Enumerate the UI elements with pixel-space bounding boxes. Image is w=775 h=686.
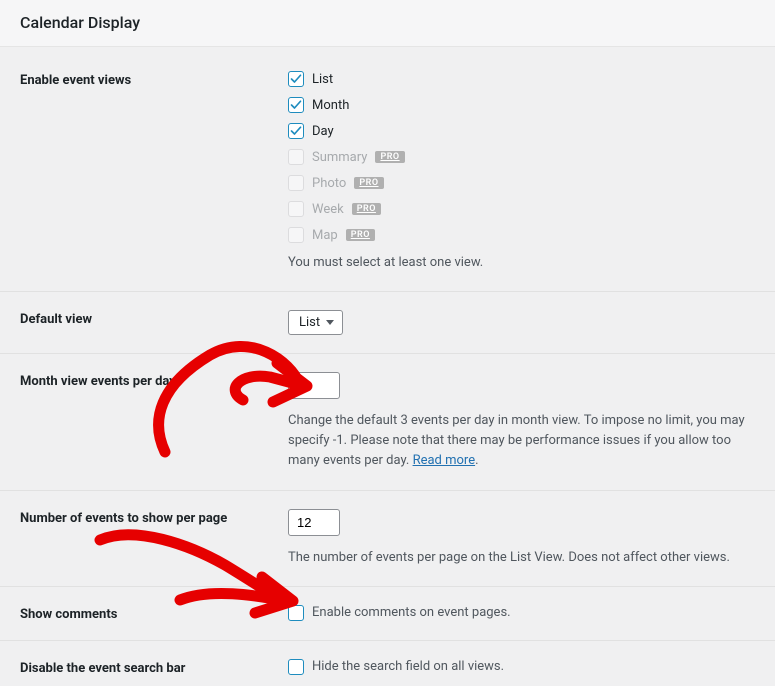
row-events-per-page: Number of events to show per page The nu… [0,491,775,587]
show-comments-text: Enable comments on event pages. [312,605,511,620]
events-per-page-helper: The number of events per page on the Lis… [288,548,755,568]
label-month-events-per-day: Month view events per day [20,372,288,471]
checkbox-month-label: Month [312,98,349,113]
field-default-view: List [288,310,755,335]
pro-badge[interactable]: PRO [346,229,375,241]
checkbox-month[interactable] [288,97,304,113]
month-events-helper: Change the default 3 events per day in m… [288,411,755,471]
field-month-events-per-day: Change the default 3 events per day in m… [288,372,755,471]
row-month-events-per-day: Month view events per day Change the def… [0,354,775,490]
view-option-photo: Photo PRO [288,175,755,191]
view-option-summary: Summary PRO [288,149,755,165]
view-option-map: Map PRO [288,227,755,243]
checkbox-map-label: Map [312,228,338,243]
month-events-helper-post: . [475,453,478,468]
field-enable-event-views: List Month Day Summary PRO P [288,71,755,273]
panel-header: Calendar Display [0,0,775,47]
label-default-view: Default view [20,310,288,335]
checkbox-list-label: List [312,72,333,87]
checkbox-day[interactable] [288,123,304,139]
checkbox-show-comments[interactable] [288,605,304,621]
view-option-list: List [288,71,755,87]
default-view-select[interactable]: List [288,310,343,335]
checkbox-summary-label: Summary [312,150,367,165]
default-view-value: List [299,315,320,330]
checkbox-week-label: Week [312,202,344,217]
checkbox-list[interactable] [288,71,304,87]
enable-views-helper: You must select at least one view. [288,253,755,273]
check-icon [290,125,302,137]
form-body: Enable event views List Month Day [0,47,775,686]
pro-badge[interactable]: PRO [354,177,383,189]
panel-title: Calendar Display [20,13,755,32]
read-more-link[interactable]: Read more [413,453,476,468]
pro-badge[interactable]: PRO [375,151,404,163]
check-icon [290,99,302,111]
row-show-comments: Show comments Enable comments on event p… [0,587,775,641]
check-icon [290,73,302,85]
show-comments-control: Enable comments on event pages. [288,605,755,621]
month-events-helper-text: Change the default 3 events per day in m… [288,413,745,468]
label-events-per-page: Number of events to show per page [20,509,288,568]
disable-search-control: Hide the search field on all views. [288,659,755,675]
view-option-day: Day [288,123,755,139]
view-option-week: Week PRO [288,201,755,217]
checkbox-photo [288,175,304,191]
chevron-down-icon [326,320,334,325]
pro-badge[interactable]: PRO [352,203,381,215]
row-enable-event-views: Enable event views List Month Day [0,53,775,292]
view-option-month: Month [288,97,755,113]
checkbox-map [288,227,304,243]
field-disable-search: Hide the search field on all views. [288,659,755,676]
checkbox-day-label: Day [312,124,334,139]
field-events-per-page: The number of events per page on the Lis… [288,509,755,568]
row-default-view: Default view List [0,292,775,354]
checkbox-week [288,201,304,217]
field-show-comments: Enable comments on event pages. [288,605,755,622]
checkbox-summary [288,149,304,165]
label-show-comments: Show comments [20,605,288,622]
label-disable-search: Disable the event search bar [20,659,288,676]
events-per-page-input[interactable] [288,509,340,536]
month-events-per-day-input[interactable] [288,372,340,399]
checkbox-disable-search[interactable] [288,659,304,675]
disable-search-text: Hide the search field on all views. [312,659,504,674]
checkbox-photo-label: Photo [312,176,346,191]
label-enable-event-views: Enable event views [20,71,288,273]
